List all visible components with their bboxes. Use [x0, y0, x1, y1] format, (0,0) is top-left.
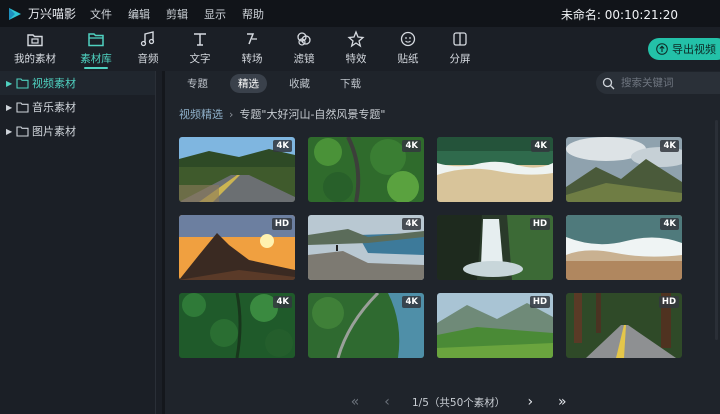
- tab-featured[interactable]: 精选: [230, 73, 267, 93]
- tool-my-media[interactable]: 我的素材: [0, 27, 70, 71]
- thumbnail-forest-aerial[interactable]: 4K: [308, 137, 424, 202]
- app-logo-icon: [6, 5, 24, 23]
- export-label: 导出视频: [672, 43, 716, 56]
- thumbnail-green-valley[interactable]: HD: [437, 293, 553, 358]
- search-icon[interactable]: [602, 77, 615, 90]
- chevron-left-icon[interactable]: ‹: [380, 394, 394, 410]
- project-name-duration: 未命名: 00:10:21:20: [560, 8, 678, 22]
- effects-star-icon: [347, 30, 365, 48]
- resolution-badge: 4K: [660, 140, 679, 152]
- export-video-button[interactable]: 导出视频: [648, 38, 720, 60]
- expand-arrow-icon[interactable]: ▶: [6, 127, 16, 136]
- menu-clip[interactable]: 剪辑: [166, 6, 188, 22]
- chevron-right-icon: ›: [229, 107, 234, 121]
- folder-icon: [16, 77, 29, 89]
- menu-file[interactable]: 文件: [90, 6, 112, 22]
- tool-audio[interactable]: 音频: [122, 27, 174, 71]
- menu-view[interactable]: 显示: [204, 6, 226, 22]
- chevron-right-icon[interactable]: ›: [523, 394, 537, 410]
- content-scrollbar[interactable]: [715, 120, 718, 340]
- resolution-badge: HD: [271, 218, 292, 230]
- thumbnail-waterfall[interactable]: HD: [437, 215, 553, 280]
- folder-icon: [88, 33, 104, 47]
- main-toolbar: 我的素材 素材库 音频 文字 转场 滤镜 特效 贴纸 分屏 导出视频: [0, 27, 720, 71]
- breadcrumb-root-link[interactable]: 视频精选: [179, 106, 223, 122]
- search-box[interactable]: [596, 72, 720, 94]
- thumbnail-river-valley[interactable]: 4K: [308, 293, 424, 358]
- tool-split-screen[interactable]: 分屏: [434, 27, 486, 71]
- sidebar-item-label: 音乐素材: [32, 101, 76, 114]
- tool-media-library[interactable]: 素材库: [70, 27, 122, 71]
- sidebar-item-video[interactable]: ▶ 视频素材: [0, 71, 155, 95]
- folder-icon: [16, 101, 29, 113]
- tool-transition[interactable]: 转场: [226, 27, 278, 71]
- breadcrumb: 视频精选 › 专题"大好河山-自然风景专题": [179, 106, 386, 122]
- expand-arrow-icon[interactable]: ▶: [6, 79, 16, 88]
- tab-downloads[interactable]: 下载: [332, 74, 369, 93]
- tool-text[interactable]: 文字: [174, 27, 226, 71]
- breadcrumb-current: 专题"大好河山-自然风景专题": [239, 108, 386, 121]
- double-chevron-right-icon[interactable]: »: [555, 394, 569, 410]
- thumbnail-forest-canopy[interactable]: 4K: [179, 293, 295, 358]
- thumbnail-road-desert[interactable]: 4K: [179, 137, 295, 202]
- sidebar-item-music[interactable]: ▶ 音乐素材: [0, 95, 155, 119]
- music-note-icon: [140, 31, 155, 47]
- menu-edit[interactable]: 编辑: [128, 6, 150, 22]
- tool-effects[interactable]: 特效: [330, 27, 382, 71]
- folder-icon: [16, 125, 29, 137]
- double-chevron-left-icon[interactable]: «: [348, 394, 362, 410]
- tool-stickers[interactable]: 贴纸: [382, 27, 434, 71]
- resolution-badge: 4K: [660, 218, 679, 230]
- menu-help[interactable]: 帮助: [242, 6, 264, 22]
- transition-icon: [247, 33, 257, 45]
- sidebar-item-label: 视频素材: [32, 77, 76, 90]
- resolution-badge: 4K: [273, 296, 292, 308]
- split-screen-icon: [453, 32, 467, 46]
- sticker-face-icon: [400, 31, 416, 47]
- sidebar-item-label: 图片素材: [32, 125, 76, 138]
- media-sidebar: ▶ 视频素材 ▶ 音乐素材 ▶ 图片素材: [0, 71, 156, 414]
- resolution-badge: 4K: [531, 140, 550, 152]
- resolution-badge: HD: [529, 296, 550, 308]
- thumbnail-fjord-cliff[interactable]: 4K: [308, 215, 424, 280]
- upload-icon: [656, 43, 668, 55]
- resolution-badge: HD: [529, 218, 550, 230]
- search-input[interactable]: [621, 77, 716, 89]
- resolution-badge: 4K: [402, 218, 421, 230]
- title-bar: 万兴喵影 文件 编辑 剪辑 显示 帮助 未命名: 00:10:21:20: [0, 0, 720, 27]
- resolution-badge: 4K: [402, 140, 421, 152]
- thumbnail-sunset-peak[interactable]: HD: [179, 215, 295, 280]
- thumbnail-mountain-clouds[interactable]: 4K: [566, 137, 682, 202]
- app-name: 万兴喵影: [28, 7, 77, 21]
- thumbnail-beach-waves[interactable]: 4K: [437, 137, 553, 202]
- thumbnail-redwood-road[interactable]: HD: [566, 293, 682, 358]
- folder-film-icon: [27, 34, 43, 47]
- tab-favorites[interactable]: 收藏: [281, 74, 318, 93]
- page-indicator: 1/5（共50个素材）: [412, 396, 506, 409]
- resolution-badge: 4K: [273, 140, 292, 152]
- expand-arrow-icon[interactable]: ▶: [6, 103, 16, 112]
- thumbnail-shore-surf[interactable]: 4K: [566, 215, 682, 280]
- filter-icon: [297, 32, 311, 46]
- text-icon: [194, 33, 206, 46]
- tool-filter[interactable]: 滤镜: [278, 27, 330, 71]
- sidebar-item-images[interactable]: ▶ 图片素材: [0, 119, 155, 143]
- tab-topics[interactable]: 专题: [179, 74, 216, 93]
- library-content: 专题 精选 收藏 下载 视频精选 › 专题"大好河山-自然风景专题" 4K: [165, 71, 720, 414]
- pagination: « ‹ 1/5（共50个素材） › »: [348, 393, 569, 411]
- resolution-badge: 4K: [402, 296, 421, 308]
- resolution-badge: HD: [658, 296, 679, 308]
